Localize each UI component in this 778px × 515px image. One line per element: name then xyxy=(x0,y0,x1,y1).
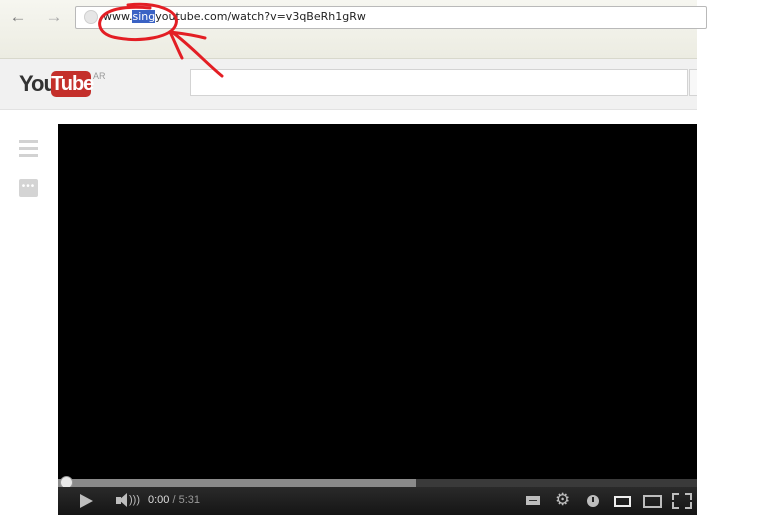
logo-tube: Tube xyxy=(51,71,94,97)
url-selected-text: sing xyxy=(132,10,156,23)
duration: 5:31 xyxy=(178,494,201,506)
youtube-header: You Tube AR xyxy=(0,59,697,110)
region-label: AR xyxy=(93,71,106,81)
time-separator: / xyxy=(172,494,176,506)
video-area[interactable] xyxy=(58,124,697,478)
video-player[interactable]: ))) 0:00 / 5:31 ⚙ xyxy=(58,124,697,515)
large-player-icon[interactable] xyxy=(643,495,662,508)
time-display: 0:00 / 5:31 xyxy=(148,494,200,506)
url-prefix: www. xyxy=(103,10,133,23)
address-bar[interactable]: www.singyoutube.com/watch?v=v3qBeRh1gRw xyxy=(75,6,707,29)
volume-icon[interactable]: ))) xyxy=(116,492,140,510)
play-icon[interactable] xyxy=(80,494,93,508)
globe-icon xyxy=(84,10,98,24)
back-arrow-icon[interactable]: ← xyxy=(6,6,30,28)
search-input[interactable] xyxy=(190,69,688,96)
captions-icon[interactable] xyxy=(526,496,540,505)
progress-loaded xyxy=(58,479,416,487)
hamburger-icon[interactable] xyxy=(19,140,38,160)
settings-icon[interactable]: ⚙ xyxy=(555,491,570,509)
small-player-icon[interactable] xyxy=(614,496,631,507)
more-icon[interactable]: ••• xyxy=(19,179,38,197)
fullscreen-icon[interactable] xyxy=(672,493,692,509)
forward-arrow-icon[interactable]: → xyxy=(42,6,66,28)
url-suffix: youtube.com/watch?v=v3qBeRh1gRw xyxy=(155,10,366,23)
progress-bar[interactable] xyxy=(58,476,697,489)
player-controls: ))) 0:00 / 5:31 ⚙ xyxy=(58,487,697,515)
watch-later-icon[interactable] xyxy=(587,495,599,507)
search-button[interactable] xyxy=(689,69,697,96)
current-time: 0:00 xyxy=(148,494,170,506)
url-text[interactable]: www.singyoutube.com/watch?v=v3qBeRh1gRw xyxy=(103,10,366,23)
browser-toolbar: ← → www.singyoutube.com/watch?v=v3qBeRh1… xyxy=(0,0,707,59)
